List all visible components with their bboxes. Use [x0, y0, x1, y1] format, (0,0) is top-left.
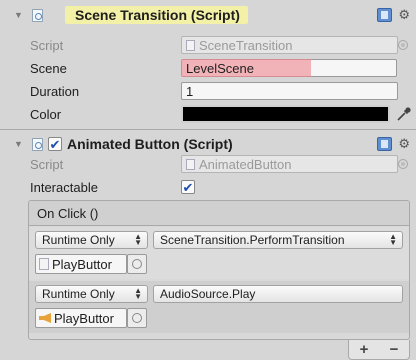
scene-input-tail	[311, 59, 397, 77]
function-dropdown[interactable]: AudioSource.Play	[153, 285, 403, 303]
animated-button-title: Animated Button (Script)	[67, 136, 233, 152]
object-picker-button[interactable]	[127, 308, 147, 328]
function-dropdown[interactable]: SceneTransition.PerformTransition ▲ ▼	[153, 231, 403, 249]
function-dropdown-label: AudioSource.Play	[160, 287, 256, 301]
script-row: Script SceneTransition	[0, 34, 416, 56]
script-mini-icon	[186, 39, 195, 51]
runtime-dropdown-label: Runtime Only	[42, 287, 115, 301]
script-value: AnimatedButton	[199, 156, 292, 172]
gear-icon[interactable]: ⚙	[398, 136, 410, 152]
color-label: Color	[30, 106, 62, 122]
listener-footer: + −	[348, 340, 410, 360]
script-field: AnimatedButton	[181, 155, 398, 173]
runtime-dropdown[interactable]: Runtime Only ▲ ▼	[35, 231, 148, 249]
target-object-label: PlayButtor	[52, 256, 112, 272]
object-picker-button[interactable]	[127, 254, 147, 274]
component-divider	[0, 129, 416, 130]
script-value: SceneTransition	[199, 37, 293, 53]
object-picker-icon	[398, 40, 408, 50]
scene-row: Scene LevelScene	[0, 57, 416, 79]
duration-input[interactable]: 1	[181, 82, 398, 100]
dropdown-arrows-icon: ▲ ▼	[134, 286, 142, 301]
audio-source-icon	[39, 313, 51, 323]
listener-item: Runtime Only ▲ ▼ AudioSource.Play PlayBut…	[29, 281, 409, 333]
script-icon	[32, 8, 43, 22]
gear-icon[interactable]: ⚙	[398, 7, 410, 23]
help-book-icon[interactable]	[377, 137, 392, 151]
foldout-arrow-icon[interactable]: ▼	[14, 139, 26, 149]
script-field: SceneTransition	[181, 36, 398, 54]
runtime-dropdown-label: Runtime Only	[42, 233, 115, 247]
scene-value: LevelScene	[186, 60, 254, 76]
interactable-row: Interactable ✔	[0, 176, 416, 198]
dropdown-arrows-icon: ▲ ▼	[134, 232, 142, 247]
listener-item: Runtime Only ▲ ▼ SceneTransition.PerformT…	[29, 227, 409, 279]
duration-label: Duration	[30, 83, 80, 99]
help-book-icon[interactable]	[377, 8, 392, 22]
scene-transition-title: Scene Transition (Script)	[65, 6, 248, 24]
duration-row: Duration 1	[0, 80, 416, 102]
object-picker-icon	[398, 159, 408, 169]
on-click-event: On Click () Runtime Only ▲ ▼ SceneTransit…	[28, 200, 410, 340]
script-mini-icon	[186, 158, 195, 170]
remove-listener-button[interactable]: −	[390, 341, 399, 358]
interactable-label: Interactable	[30, 179, 98, 195]
eyedropper-icon[interactable]	[396, 106, 412, 122]
on-click-header: On Click ()	[29, 201, 409, 226]
script-label: Script	[30, 37, 64, 53]
scene-transition-header[interactable]: ▼ Scene Transition (Script) ⚙	[0, 2, 416, 28]
interactable-checkbox[interactable]: ✔	[181, 180, 195, 194]
color-row: Color	[0, 103, 416, 125]
component-enabled-checkbox[interactable]: ✔	[48, 137, 62, 151]
on-click-title: On Click ()	[37, 206, 99, 221]
script-row: Script AnimatedButton	[0, 153, 416, 175]
scene-input[interactable]: LevelScene	[181, 59, 397, 77]
foldout-arrow-icon[interactable]: ▼	[14, 10, 26, 20]
target-object-field[interactable]: PlayButtor	[35, 308, 127, 328]
target-object-field[interactable]: PlayButtor	[35, 254, 127, 274]
script-label: Script	[30, 156, 64, 172]
runtime-dropdown[interactable]: Runtime Only ▲ ▼	[35, 285, 148, 303]
function-dropdown-label: SceneTransition.PerformTransition	[160, 233, 345, 247]
duration-value: 1	[186, 83, 194, 99]
color-swatch[interactable]	[181, 105, 390, 123]
add-listener-button[interactable]: +	[360, 341, 369, 358]
target-object-label: PlayButtor	[54, 310, 114, 326]
dropdown-arrows-icon: ▲ ▼	[389, 232, 397, 247]
scene-label: Scene	[30, 60, 67, 76]
script-mini-icon	[39, 258, 49, 270]
script-icon	[32, 137, 43, 151]
